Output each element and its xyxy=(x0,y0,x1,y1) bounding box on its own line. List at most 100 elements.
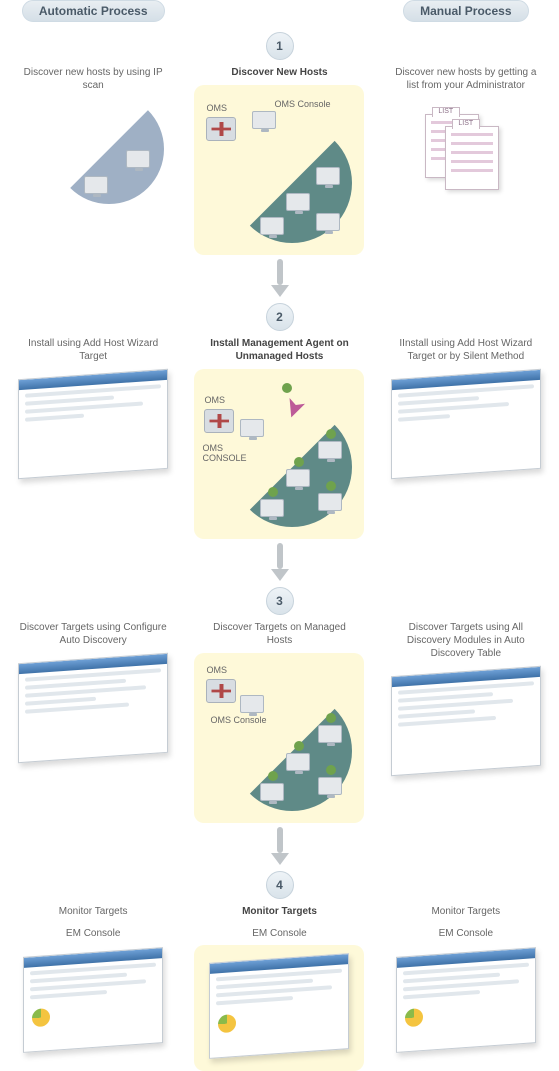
oms-server-icon xyxy=(204,409,234,433)
center-panel-step2: OMS OMS CONSOLE ➤ xyxy=(194,369,364,539)
col-right-step3: Discover Targets using All Discovery Mod… xyxy=(373,621,559,823)
computer-icon xyxy=(84,176,108,194)
caption-left-step4: Monitor Targets xyxy=(59,905,128,918)
step-number-2: 2 xyxy=(266,303,294,331)
app-window-icon xyxy=(209,953,349,1059)
col-center-step3: Discover Targets on Managed Hosts OMS OM… xyxy=(186,621,372,823)
step-4: 4 Monitor Targets EM Console Monitor Tar… xyxy=(0,867,559,1071)
computer-icon xyxy=(318,777,342,795)
label-oms: OMS xyxy=(206,665,227,675)
oms-console-icon xyxy=(252,111,276,129)
center-panel-step4 xyxy=(194,945,364,1071)
title-step1: Discover New Hosts xyxy=(231,66,327,79)
col-left-step3: Discover Targets using Configure Auto Di… xyxy=(0,621,186,823)
label-oms: OMS xyxy=(206,103,227,113)
computer-icon xyxy=(260,217,284,235)
col-right-step1: Discover new hosts by getting a list fro… xyxy=(373,66,559,255)
step-number-1: 1 xyxy=(266,32,294,60)
subcaption-right-step4: EM Console xyxy=(439,928,493,939)
computer-icon xyxy=(286,753,310,771)
center-panel-step3: OMS OMS Console xyxy=(194,653,364,823)
computer-icon xyxy=(126,150,150,168)
col-center-step4: Monitor Targets EM Console xyxy=(186,905,372,1071)
computer-icon xyxy=(286,469,310,487)
col-right-step2: IInstall using Add Host Wizard Target or… xyxy=(373,337,559,539)
app-window-icon xyxy=(391,369,541,479)
app-window-icon xyxy=(391,666,541,776)
app-window-icon xyxy=(396,947,536,1053)
oms-console-icon xyxy=(240,695,264,713)
illus-add-host-wizard-right xyxy=(391,369,541,479)
curved-arrow-icon: ➤ xyxy=(277,393,314,424)
illus-em-console-left xyxy=(18,945,168,1055)
oms-server-icon xyxy=(206,679,236,703)
illus-em-console-center xyxy=(204,951,354,1061)
col-left-step4: Monitor Targets EM Console xyxy=(0,905,186,1071)
pie-chart-icon xyxy=(405,1008,423,1027)
app-window-icon xyxy=(23,947,163,1053)
row-step-3: Discover Targets using Configure Auto Di… xyxy=(0,621,559,823)
arrow-down-icon xyxy=(0,543,559,581)
subcaption-left-step4: EM Console xyxy=(66,928,120,939)
computer-icon xyxy=(318,441,342,459)
computer-icon xyxy=(318,725,342,743)
caption-right-step2: IInstall using Add Host Wizard Target or… xyxy=(391,337,541,363)
list-document-icon: LIST xyxy=(445,126,499,190)
computer-icon xyxy=(316,213,340,231)
label-oms: OMS xyxy=(204,395,225,405)
oms-console-icon xyxy=(240,419,264,437)
agent-icon xyxy=(282,383,292,393)
illus-install-agent: OMS OMS CONSOLE ➤ xyxy=(204,379,354,529)
caption-left-step3: Discover Targets using Configure Auto Di… xyxy=(18,621,168,647)
col-right-step4: Monitor Targets EM Console xyxy=(373,905,559,1071)
row-step-2: Install using Add Host Wizard Target Ins… xyxy=(0,337,559,539)
label-oms-console: OMS Console xyxy=(274,99,330,109)
diagram-root: Automatic Process . Manual Process 1 Dis… xyxy=(0,0,559,1071)
subcaption-center-step4: EM Console xyxy=(252,928,306,939)
header-col-center: . xyxy=(186,0,372,22)
header-col-right: Manual Process xyxy=(373,0,559,22)
computer-icon xyxy=(286,193,310,211)
column-headers: Automatic Process . Manual Process xyxy=(0,0,559,22)
label-oms-console: OMS Console xyxy=(210,715,266,725)
illus-discover-hosts: OMS OMS Console xyxy=(204,95,354,245)
arrow-down-icon xyxy=(0,827,559,865)
app-window-icon xyxy=(18,653,168,763)
illus-add-host-wizard-left xyxy=(18,369,168,479)
caption-right-step1: Discover new hosts by getting a list fro… xyxy=(391,66,541,92)
oms-server-icon xyxy=(206,117,236,141)
col-left-step2: Install using Add Host Wizard Target xyxy=(0,337,186,539)
computer-icon xyxy=(260,499,284,517)
radar-wedge-icon xyxy=(54,94,164,204)
col-left-step1: Discover new hosts by using IP scan xyxy=(0,66,186,255)
center-panel-step1: OMS OMS Console xyxy=(194,85,364,255)
title-step4: Monitor Targets xyxy=(242,905,317,918)
title-step3: Discover Targets on Managed Hosts xyxy=(204,621,354,647)
caption-left-step1: Discover new hosts by using IP scan xyxy=(18,66,168,92)
illus-em-console-right xyxy=(391,945,541,1055)
computer-icon xyxy=(318,493,342,511)
arrow-down-icon xyxy=(0,259,559,297)
col-center-step2: Install Management Agent on Unmanaged Ho… xyxy=(186,337,372,539)
illus-discover-targets: OMS OMS Console xyxy=(204,663,354,813)
illus-all-discovery-modules xyxy=(391,666,541,776)
header-manual-process: Manual Process xyxy=(403,0,528,22)
pie-chart-icon xyxy=(32,1008,50,1027)
list-tab-label: LIST xyxy=(432,107,460,117)
illus-ip-scan xyxy=(18,98,168,208)
header-automatic-process: Automatic Process xyxy=(22,0,165,22)
list-tab-label: LIST xyxy=(452,119,480,129)
caption-right-step4: Monitor Targets xyxy=(431,905,500,918)
row-step-1: Discover new hosts by using IP scan Disc… xyxy=(0,66,559,255)
row-step-4: Monitor Targets EM Console Monitor Targe… xyxy=(0,905,559,1071)
computer-icon xyxy=(316,167,340,185)
illus-configure-auto-discovery xyxy=(18,653,168,763)
label-oms-console: OMS CONSOLE xyxy=(202,443,250,463)
computer-icon xyxy=(260,783,284,801)
app-window-icon xyxy=(18,369,168,479)
illus-admin-list: LIST LIST xyxy=(391,98,541,208)
title-step2: Install Management Agent on Unmanaged Ho… xyxy=(204,337,354,363)
step-number-3: 3 xyxy=(266,587,294,615)
step-1: 1 Discover new hosts by using IP scan Di… xyxy=(0,28,559,299)
header-col-left: Automatic Process xyxy=(0,0,186,22)
